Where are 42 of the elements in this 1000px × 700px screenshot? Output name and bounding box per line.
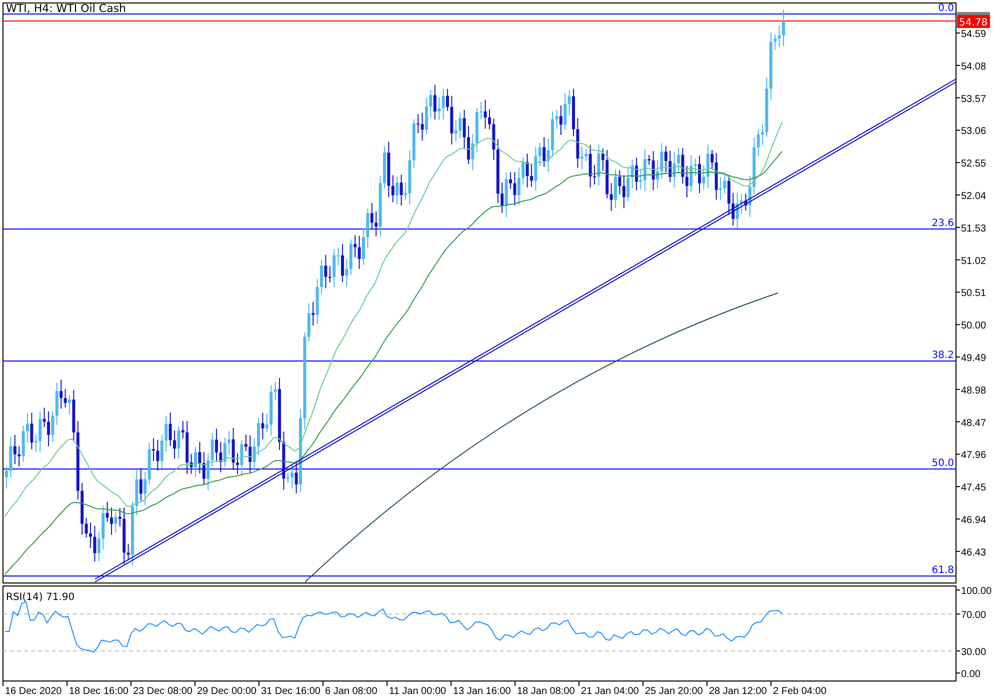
- time-axis-label: 21 Jan 04:00: [581, 686, 639, 697]
- time-axis-label: 23 Dec 08:00: [133, 686, 192, 697]
- rsi-axis-label: 70.00: [961, 610, 986, 621]
- price-axis-label: 53.57: [961, 94, 986, 105]
- price-axis-label: 52.04: [961, 191, 986, 202]
- time-axis-label: 18 Dec 16:00: [69, 686, 128, 697]
- rsi-axis-label: 0.00: [961, 669, 980, 680]
- fibonacci-level-label: 61.8: [932, 565, 954, 576]
- fibonacci-level-label: 50.0: [932, 458, 954, 469]
- time-axis-label: 2 Feb 04:00: [773, 686, 826, 697]
- price-axis-label: 54.59: [961, 29, 986, 40]
- time-axis-label: 6 Jan 08:00: [325, 686, 378, 697]
- price-axis-label: 54.08: [961, 61, 986, 72]
- price-axis-label: 53.06: [961, 126, 986, 138]
- price-axis-label: 47.96: [961, 450, 986, 462]
- rsi-axis-label: 30.00: [961, 647, 986, 658]
- time-axis-label: 31 Dec 16:00: [261, 686, 320, 697]
- time-axis-label: 29 Dec 00:00: [197, 686, 256, 697]
- time-axis-label: 28 Jan 12:00: [709, 686, 767, 697]
- price-axis-label: 47.45: [961, 482, 986, 494]
- time-axis-label: 25 Jan 20:00: [645, 686, 703, 697]
- price-tag: 54.78: [957, 15, 990, 28]
- indicator-title: RSI(14) 71.90: [6, 592, 75, 603]
- price-axis-label: 50.00: [961, 320, 986, 332]
- price-axis-label: 50.51: [961, 288, 986, 300]
- price-axis-label: 51.02: [961, 256, 986, 267]
- chart-title: WTI, H4: WTI Oil Cash: [6, 2, 126, 15]
- fibonacci-level-label: 0.0: [938, 3, 954, 14]
- time-axis-label: 18 Jan 08:00: [517, 686, 575, 697]
- fibonacci-level-label: 23.6: [932, 218, 954, 229]
- time-axis-label: 13 Jan 16:00: [453, 686, 511, 697]
- price-axis-label: 48.98: [961, 385, 986, 396]
- price-axis-label: 52.55: [961, 158, 986, 170]
- time-axis-label: 16 Dec 2020: [5, 686, 62, 697]
- price-axis-label: 51.53: [961, 223, 986, 234]
- price-axis-label: 49.49: [961, 353, 986, 364]
- time-axis-label: 11 Jan 00:00: [389, 686, 446, 697]
- price-axis-label: 48.47: [961, 418, 986, 429]
- price-axis-label: 46.94: [961, 515, 986, 526]
- price-axis-label: 46.43: [961, 547, 986, 558]
- rsi-axis-label: 100.00: [961, 586, 992, 597]
- fibonacci-level-label: 38.2: [932, 350, 954, 361]
